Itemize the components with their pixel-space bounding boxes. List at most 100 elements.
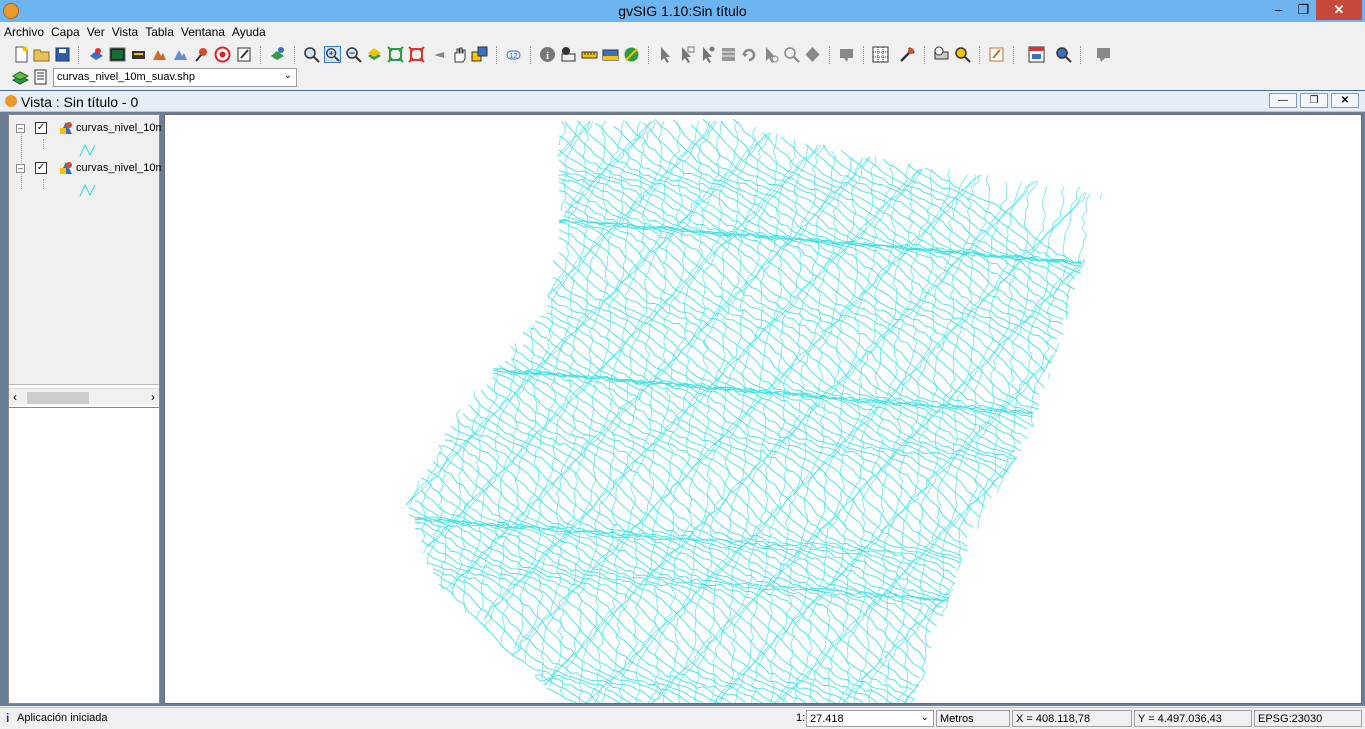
add-layer-icon[interactable] bbox=[88, 46, 105, 63]
toc-layer-2[interactable]: – ✓ curvas_nivel_10m bbox=[13, 159, 161, 177]
measure-icon[interactable]: 12 bbox=[505, 46, 522, 63]
toolbar-separator bbox=[924, 46, 925, 64]
toolbar-separator bbox=[1080, 46, 1081, 64]
y-coordinate: Y = 4.497.036,43 bbox=[1138, 713, 1222, 725]
zoom-select-icon[interactable] bbox=[387, 46, 404, 63]
layer-1-visibility-checkbox[interactable]: ✓ bbox=[35, 122, 47, 134]
view-restore-button[interactable]: ❐ bbox=[1300, 93, 1328, 108]
active-layer-dropdown[interactable]: curvas_nivel_10m_suav.shp ⌄ bbox=[53, 68, 297, 87]
menu-bar: Archivo Capa Ver Vista Tabla Ventana Ayuda bbox=[0, 22, 1365, 42]
map-window-icon[interactable] bbox=[1028, 46, 1045, 63]
clear-selection-icon[interactable] bbox=[804, 46, 821, 63]
vector-layer-icon bbox=[60, 122, 72, 134]
grid-icon[interactable] bbox=[872, 46, 889, 63]
projection-box: EPSG:23030 bbox=[1254, 710, 1362, 727]
toc-horizontal-scrollbar[interactable]: ‹ › bbox=[9, 388, 159, 405]
svg-text:i: i bbox=[546, 50, 549, 62]
tree-line bbox=[43, 139, 44, 149]
title-bar: gvSIG 1.10:Sin título – ❐ ✕ bbox=[0, 0, 1365, 22]
view-minimize-button[interactable]: — bbox=[1269, 93, 1297, 108]
close-button[interactable]: ✕ bbox=[1316, 0, 1362, 20]
main-toolbar: 12 i bbox=[0, 42, 1365, 66]
locator-icon[interactable] bbox=[471, 46, 488, 63]
info-icon[interactable]: i bbox=[539, 46, 556, 63]
menu-archivo[interactable]: Archivo bbox=[0, 22, 47, 39]
select-polygon-icon[interactable] bbox=[699, 46, 716, 63]
scroll-right-icon[interactable]: › bbox=[151, 390, 155, 404]
select-circle-icon[interactable] bbox=[762, 46, 779, 63]
open-project-icon[interactable] bbox=[33, 46, 50, 63]
vector-layer-icon bbox=[60, 162, 72, 174]
collapse-icon[interactable]: – bbox=[16, 124, 25, 133]
scale-input[interactable]: 27.418 ⌄ bbox=[806, 710, 934, 727]
toolbar-separator bbox=[530, 46, 531, 64]
toolbar-separator bbox=[496, 46, 497, 64]
minimize-button[interactable]: – bbox=[1265, 0, 1292, 20]
table-icon[interactable] bbox=[33, 69, 50, 86]
menu-capa[interactable]: Capa bbox=[47, 22, 83, 39]
edition-toolbar: curvas_nivel_10m_suav.shp ⌄ bbox=[0, 66, 1365, 90]
select-point-icon[interactable] bbox=[783, 46, 800, 63]
line-symbol-icon bbox=[79, 183, 96, 197]
select-pointer-icon[interactable] bbox=[657, 46, 674, 63]
select-by-layer-icon[interactable] bbox=[720, 46, 737, 63]
full-extent-icon[interactable] bbox=[366, 46, 383, 63]
layer-2-name: curvas_nivel_10m bbox=[76, 162, 161, 174]
map-canvas[interactable] bbox=[164, 114, 1362, 704]
find-icon[interactable] bbox=[954, 46, 971, 63]
zoom-out-icon[interactable] bbox=[345, 46, 362, 63]
scrollbar-thumb[interactable] bbox=[27, 392, 89, 404]
chevron-down-icon: ⌄ bbox=[920, 712, 929, 723]
distance-icon[interactable] bbox=[581, 46, 598, 63]
zoom-window-icon[interactable] bbox=[1055, 46, 1072, 63]
tools-icon[interactable] bbox=[172, 46, 189, 63]
layer-properties-icon[interactable] bbox=[269, 46, 286, 63]
menu-ver[interactable]: Ver bbox=[83, 22, 108, 39]
target-icon[interactable] bbox=[214, 46, 231, 63]
status-bar: i Aplicación iniciada 1: 27.418 ⌄ Metros… bbox=[0, 707, 1365, 729]
console-icon[interactable] bbox=[109, 46, 126, 63]
edit-layer-icon[interactable] bbox=[988, 46, 1005, 63]
hyperlink-icon[interactable] bbox=[623, 46, 640, 63]
scroll-left-icon[interactable]: ‹ bbox=[13, 390, 17, 404]
locator-map[interactable] bbox=[9, 407, 159, 703]
save-project-icon[interactable] bbox=[54, 46, 71, 63]
area-icon[interactable] bbox=[602, 46, 619, 63]
layer-2-visibility-checkbox[interactable]: ✓ bbox=[35, 162, 47, 174]
menu-ayuda[interactable]: Ayuda bbox=[228, 22, 269, 39]
toc-layer-1[interactable]: – ✓ curvas_nivel_10m bbox=[13, 119, 161, 137]
menu-ventana[interactable]: Ventana bbox=[177, 22, 228, 39]
layer-tree: – ✓ curvas_nivel_10m – ✓ curvas_nivel_10… bbox=[9, 115, 161, 385]
zoom-in-icon[interactable] bbox=[324, 46, 341, 63]
active-layer-value: curvas_nivel_10m_suav.shp bbox=[57, 71, 195, 83]
units-box: Metros bbox=[936, 710, 1010, 727]
annotation-icon[interactable] bbox=[1095, 46, 1112, 63]
view-window: Vista : Sin título - 0 — ❐ ✕ – ✓ curvas_… bbox=[0, 90, 1365, 706]
units-value: Metros bbox=[940, 713, 974, 725]
edit-icon[interactable] bbox=[236, 46, 253, 63]
svg-text:12: 12 bbox=[510, 53, 518, 60]
previous-extent-icon[interactable] bbox=[429, 46, 446, 63]
print-preview-icon[interactable] bbox=[933, 46, 950, 63]
zoom-icon[interactable] bbox=[303, 46, 320, 63]
coordinates-icon[interactable] bbox=[560, 46, 577, 63]
settings-tools-icon[interactable] bbox=[899, 46, 916, 63]
select-rectangle-icon[interactable] bbox=[678, 46, 695, 63]
maximize-button[interactable]: ❐ bbox=[1290, 0, 1317, 20]
zoom-layer-icon[interactable] bbox=[408, 46, 425, 63]
new-project-icon[interactable] bbox=[13, 46, 30, 63]
table-of-contents: – ✓ curvas_nivel_10m – ✓ curvas_nivel_10… bbox=[8, 114, 161, 704]
invert-selection-icon[interactable] bbox=[741, 46, 758, 63]
toolbar-separator bbox=[979, 46, 980, 64]
graphics-icon[interactable] bbox=[838, 46, 855, 63]
menu-vista[interactable]: Vista bbox=[108, 22, 141, 39]
geoprocess-icon[interactable] bbox=[151, 46, 168, 63]
layers-stack-icon[interactable] bbox=[12, 69, 29, 86]
database-icon[interactable] bbox=[130, 46, 147, 63]
menu-tabla[interactable]: Tabla bbox=[141, 22, 177, 39]
collapse-icon[interactable]: – bbox=[16, 164, 25, 173]
pin-icon[interactable] bbox=[193, 46, 210, 63]
pan-hand-icon[interactable] bbox=[450, 46, 467, 63]
scale-prefix: 1: bbox=[796, 712, 806, 724]
view-close-button[interactable]: ✕ bbox=[1331, 93, 1359, 108]
